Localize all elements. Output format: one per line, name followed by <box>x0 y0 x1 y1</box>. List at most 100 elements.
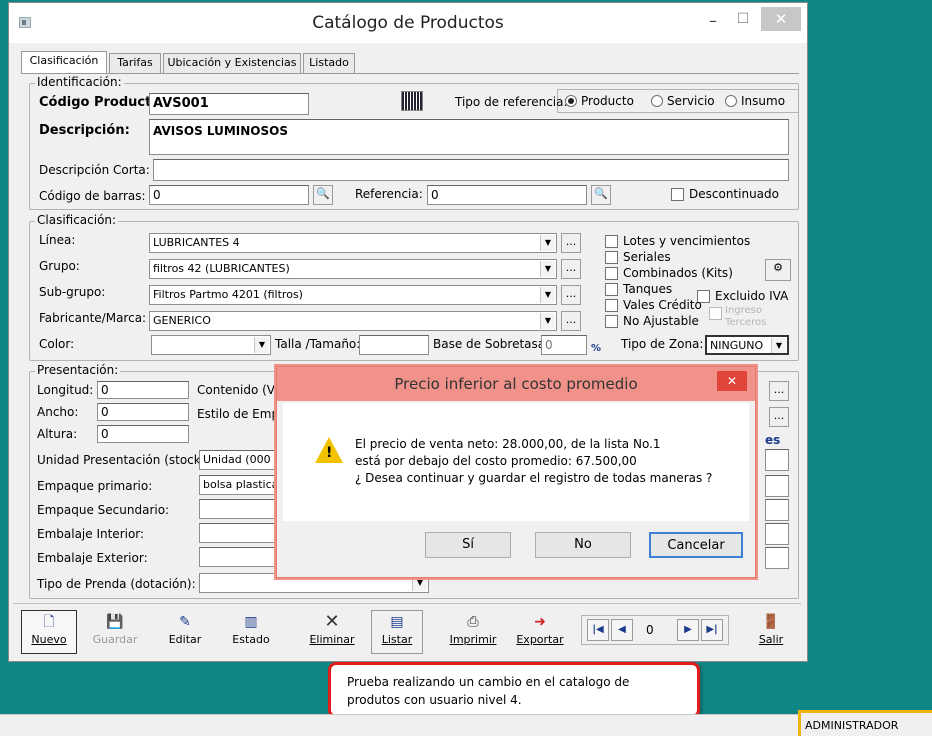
dialog-title-bar: Precio inferior al costo promedio ✕ <box>277 367 755 401</box>
list-icon: ▤ <box>390 614 404 630</box>
present-right-input-4[interactable] <box>765 523 789 545</box>
exit-door-icon: 🚪 <box>762 614 780 630</box>
subgrupo-dots-button[interactable]: ... <box>561 285 581 305</box>
present-dots-button-1[interactable]: ... <box>769 381 789 401</box>
barras-input[interactable]: 0 <box>149 185 309 205</box>
estado-button[interactable]: ▥ Estado <box>221 610 281 654</box>
nuevo-button[interactable]: 🗋 Nuevo <box>21 610 77 654</box>
imprimir-button[interactable]: ⎙ Imprimir <box>443 610 503 654</box>
chevron-down-icon[interactable]: ▼ <box>771 338 786 353</box>
tipo-zona-select[interactable]: NINGUNO ▼ <box>705 335 789 355</box>
listar-button[interactable]: ▤ Listar <box>371 610 423 654</box>
guardar-button[interactable]: 💾 Guardar <box>85 610 145 654</box>
ingreso-label: Ingreso <box>725 305 763 316</box>
descripcion-input[interactable]: AVISOS LUMINOSOS <box>149 119 789 155</box>
fabricante-label: Fabricante/Marca: <box>39 311 147 325</box>
vales-checkbox[interactable] <box>605 299 618 312</box>
combinados-checkbox[interactable] <box>605 267 618 280</box>
si-button[interactable]: Sí <box>425 532 511 558</box>
cancelar-button[interactable]: Cancelar <box>649 532 743 558</box>
no-ajustable-checkbox[interactable] <box>605 315 618 328</box>
tab-clasificacion[interactable]: Clasificación <box>21 51 107 73</box>
present-right-input-5[interactable] <box>765 547 789 569</box>
es-link[interactable]: es <box>765 433 780 447</box>
talla-label: Talla /Tamaño: <box>275 337 361 351</box>
present-dots-button-2[interactable]: ... <box>769 407 789 427</box>
radio-insumo[interactable] <box>725 95 737 107</box>
referencia-input[interactable]: 0 <box>427 185 587 205</box>
chevron-down-icon[interactable]: ▼ <box>540 261 555 277</box>
present-right-input-3[interactable] <box>765 499 789 521</box>
tab-listado[interactable]: Listado <box>303 53 355 73</box>
fabricante-select[interactable]: GENERICO ▼ <box>149 311 557 331</box>
lotes-checkbox[interactable] <box>605 235 618 248</box>
next-record-icon[interactable]: ▶ <box>677 619 699 641</box>
color-select[interactable]: ▼ <box>151 335 271 355</box>
close-button[interactable]: ✕ <box>761 7 801 31</box>
dialog-close-button[interactable]: ✕ <box>717 371 747 391</box>
radio-producto[interactable] <box>565 95 577 107</box>
chevron-down-icon[interactable]: ▼ <box>540 287 555 303</box>
linea-dots-button[interactable]: ... <box>561 233 581 253</box>
codigo-input[interactable]: AVS001 <box>149 93 309 115</box>
minimize-button[interactable]: – <box>701 11 725 31</box>
barcode-icon[interactable] <box>401 91 423 111</box>
altura-input[interactable]: 0 <box>97 425 189 443</box>
seriales-checkbox[interactable] <box>605 251 618 264</box>
radio-producto-label: Producto <box>581 94 634 108</box>
maximize-button[interactable]: ☐ <box>731 11 755 31</box>
longitud-input[interactable]: 0 <box>97 381 189 399</box>
ancho-input[interactable]: 0 <box>97 403 189 421</box>
record-number: 0 <box>646 623 654 637</box>
no-button[interactable]: No <box>535 532 631 558</box>
fabricante-dots-button[interactable]: ... <box>561 311 581 331</box>
editar-button[interactable]: ✎ Editar <box>155 610 215 654</box>
chevron-down-icon[interactable]: ▼ <box>540 235 555 251</box>
percent-label: % <box>591 343 602 354</box>
callout-line-1: Prueba realizando un cambio en el catalo… <box>347 675 630 689</box>
talla-input[interactable] <box>359 335 429 355</box>
barras-search-icon[interactable]: 🔍 <box>313 185 333 205</box>
tipo-zona-label: Tipo de Zona: <box>621 337 704 351</box>
listar-label: Listar <box>381 633 413 646</box>
nuevo-label: Nuevo <box>31 633 67 646</box>
present-right-input-1[interactable] <box>765 449 789 471</box>
tab-ubicacion[interactable]: Ubicación y Existencias <box>163 53 301 73</box>
grupo-value: filtros 42 (LUBRICANTES) <box>153 262 290 275</box>
emp-primario-label: Empaque primario: <box>37 479 153 493</box>
kits-icon[interactable]: ⚙ <box>765 259 791 281</box>
chevron-down-icon[interactable]: ▼ <box>540 313 555 329</box>
grupo-dots-button[interactable]: ... <box>561 259 581 279</box>
first-record-icon[interactable]: |◀ <box>587 619 609 641</box>
codigo-label: Código Producto: <box>39 95 166 110</box>
linea-value: LUBRICANTES 4 <box>153 236 240 249</box>
prev-record-icon[interactable]: ◀ <box>611 619 633 641</box>
annotation-callout: Prueba realizando un cambio en el catalo… <box>328 662 700 718</box>
estilo-label: Estilo de Empa <box>197 407 287 421</box>
subgrupo-select[interactable]: Filtros Partmo 4201 (filtros) ▼ <box>149 285 557 305</box>
descontinuado-checkbox[interactable] <box>671 188 684 201</box>
imprimir-label: Imprimir <box>449 633 497 646</box>
exportar-button[interactable]: ➜ Exportar <box>509 610 571 654</box>
desc-corta-input[interactable] <box>153 159 789 181</box>
status-bar <box>0 714 932 736</box>
window-title: Catálogo de Productos <box>312 13 504 33</box>
eliminar-button[interactable]: ✕ Eliminar <box>301 610 363 654</box>
linea-select[interactable]: LUBRICANTES 4 ▼ <box>149 233 557 253</box>
tanques-checkbox[interactable] <box>605 283 618 296</box>
ingreso-checkbox[interactable] <box>709 307 722 320</box>
present-right-input-2[interactable] <box>765 475 789 497</box>
grupo-select[interactable]: filtros 42 (LUBRICANTES) ▼ <box>149 259 557 279</box>
identificacion-legend: Identificación: <box>35 75 124 89</box>
barras-label: Código de barras: <box>39 189 146 203</box>
referencia-search-icon[interactable]: 🔍 <box>591 185 611 205</box>
tab-tarifas[interactable]: Tarifas <box>109 53 161 73</box>
last-record-icon[interactable]: ▶| <box>701 619 723 641</box>
radio-servicio[interactable] <box>651 95 663 107</box>
chevron-down-icon[interactable]: ▼ <box>254 337 269 353</box>
color-label: Color: <box>39 337 75 351</box>
status-icon: ▥ <box>244 614 258 630</box>
salir-button[interactable]: 🚪 Salir <box>745 610 797 654</box>
referencia-label: Referencia: <box>355 187 423 201</box>
base-input[interactable]: 0 <box>541 335 587 355</box>
